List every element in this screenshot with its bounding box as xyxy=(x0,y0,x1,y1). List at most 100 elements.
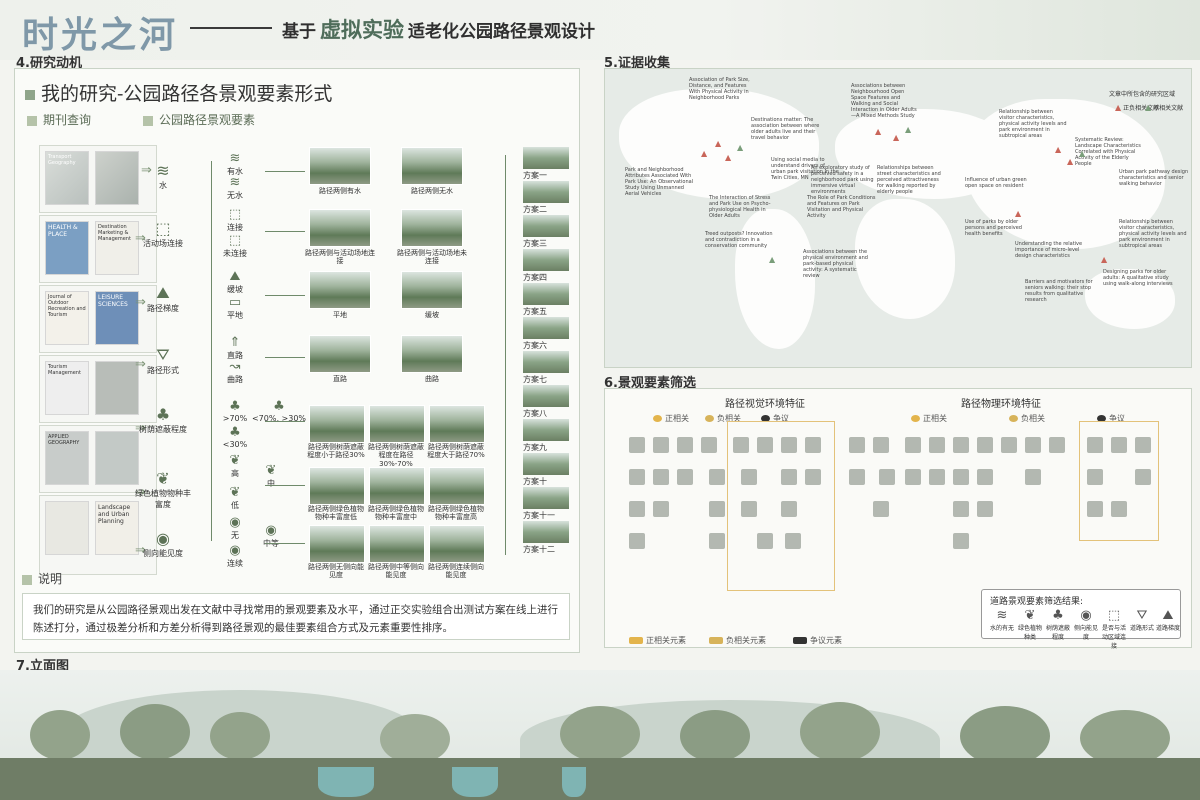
level-visibility-mid: ◉中等 xyxy=(251,523,291,549)
plant-icon: ❦ xyxy=(156,469,170,488)
tree-icon: ♣ xyxy=(1052,608,1064,623)
factor-water: ≋ 水 xyxy=(133,161,193,191)
element-icon xyxy=(1111,501,1127,517)
scene-caption: 路径两侧中等侧向能见度 xyxy=(368,563,424,580)
element-icon xyxy=(653,501,669,517)
element-icon xyxy=(781,469,797,485)
element-icon xyxy=(709,501,725,517)
legend-uncorrelated: ▲ 不相关文献 xyxy=(1145,103,1184,112)
element-icon xyxy=(905,469,921,485)
scheme-label: 方案六 xyxy=(523,341,547,350)
factor-path-gradient: ⛰ 路径梯度 xyxy=(133,283,193,314)
scheme-photo xyxy=(523,453,569,475)
result-water: ≋ 水的有无 xyxy=(989,608,1014,632)
legend-count: 文章中所包含的研究区域 xyxy=(1109,91,1176,98)
element-icon xyxy=(781,437,797,453)
element-icon xyxy=(849,437,865,453)
poster-title: 时光之河 xyxy=(22,14,179,56)
element-icon xyxy=(1025,437,1041,453)
result-tree-shade: ♣ 树荫遮蔽程度 xyxy=(1045,608,1070,641)
plant-icon: ❦ xyxy=(1024,608,1036,623)
triangle-icon: ▲ xyxy=(1115,103,1122,112)
element-icon xyxy=(1049,437,1065,453)
element-icon xyxy=(733,437,749,453)
triangle-icon: ▲ xyxy=(1015,209,1022,218)
scene-photo xyxy=(309,271,371,309)
plant-icon: ❦ xyxy=(229,453,241,468)
level-richness-low: ❦ 低 xyxy=(215,485,255,511)
element-icon xyxy=(629,437,645,453)
level-with-water: ≋ 有水 xyxy=(215,151,255,177)
map-south-america xyxy=(735,209,815,349)
level-flat: ▭ 平地 xyxy=(215,295,255,321)
element-icon xyxy=(953,533,969,549)
scheme-photo xyxy=(523,181,569,203)
scheme-label: 方案十二 xyxy=(523,545,555,554)
screening-result-box: 道路景观要素筛选结果: ≋ 水的有无 ❦ 绿色植物种类 ♣ 树荫遮蔽程度 ◉ 侧向能见度… xyxy=(981,589,1181,650)
square-bullet-icon xyxy=(143,115,153,126)
triangle-icon: ▲ xyxy=(1101,255,1108,264)
note-text: 我们的研究是从公园路径景观出发在文献中寻找常用的景观要素及水平，通过正交实验组合… xyxy=(22,593,570,640)
factor-tree-shade: ♣ 树荫遮蔽程度 xyxy=(133,405,193,435)
element-icon xyxy=(929,469,945,485)
tree-shape xyxy=(30,710,90,760)
study-annotation: Association of Park Size, Distance, and … xyxy=(689,77,750,101)
visibility-icon: ◉ xyxy=(265,523,277,538)
flat-icon: ▭ xyxy=(228,295,242,310)
study-annotation: Barriers and motivators for seniors walk… xyxy=(1025,279,1093,303)
negative-tag: 负相关 xyxy=(1009,413,1045,424)
scheme-photo xyxy=(523,147,569,169)
element-icon xyxy=(849,469,865,485)
level-richness-high: ❦ 高 xyxy=(215,453,255,479)
tree-shape xyxy=(380,714,450,764)
scheme-label: 方案二 xyxy=(523,205,547,214)
element-icon xyxy=(929,437,945,453)
landscape-elements-label: 公园路径景观要素 xyxy=(143,111,255,128)
research-motivation-panel: 我的研究-公园路径各景观要素形式 期刊查询 公园路径景观要素 Transport… xyxy=(14,68,580,653)
scene-photo xyxy=(369,525,425,563)
scheme-label: 方案九 xyxy=(523,443,547,452)
evidence-map-panel: 文章中所包含的研究区域 ▲ 正负相关文献 ▲ 不相关文献 Association… xyxy=(604,68,1192,368)
elevation-illustration xyxy=(0,670,1200,800)
element-icon xyxy=(1135,469,1151,485)
ground xyxy=(0,758,1200,800)
slope-icon: ⛰ xyxy=(229,269,241,284)
element-icon xyxy=(1135,437,1151,453)
note-label: 说明 xyxy=(22,570,62,587)
triangle-icon: ▲ xyxy=(1079,149,1086,158)
element-icon xyxy=(781,501,797,517)
triangle-icon: ▲ xyxy=(737,143,744,152)
scheme-photo xyxy=(523,385,569,407)
water-icon: ≋ xyxy=(229,175,241,190)
study-annotation: Relationship between visitor characteris… xyxy=(1119,219,1187,249)
element-icon xyxy=(629,533,645,549)
connection-icon: ⬚ xyxy=(1107,608,1121,623)
level-curved: ↝ 曲路 xyxy=(215,359,255,385)
element-icon xyxy=(757,533,773,549)
connector-line xyxy=(211,161,212,541)
element-icon xyxy=(977,437,993,453)
scene-caption: 路径两侧与活动场地未连接 xyxy=(397,249,467,266)
scene-caption: 平地 xyxy=(333,311,347,319)
element-screening-panel: 路径视觉环境特征 路径物理环境特征 正相关 负相关 争议 正相关 负相关 争议 xyxy=(604,388,1192,650)
study-annotation: Destinations matter: The association bet… xyxy=(751,117,820,141)
tree-shape xyxy=(680,710,750,762)
level-shade-high: ♣ >70% xyxy=(215,399,255,423)
scene-caption: 路径两侧绿色植物物种丰富度低 xyxy=(308,505,364,522)
plant-icon: ❦ xyxy=(229,485,241,500)
scene-photo xyxy=(401,147,463,185)
scene-photo xyxy=(429,525,485,563)
element-icon xyxy=(757,437,773,453)
square-bullet-icon xyxy=(22,574,32,585)
study-annotation: Relationships between street characteris… xyxy=(877,165,941,195)
tree-icon: ♣ xyxy=(273,399,285,414)
scene-caption: 路径两侧绿色植物物种丰富度中 xyxy=(368,505,424,522)
subtitle-prefix: 基于 xyxy=(282,22,316,42)
visibility-icon: ◉ xyxy=(1080,608,1092,623)
water-icon: ≋ xyxy=(156,161,170,180)
level-visibility-continuous: ◉ 连续 xyxy=(215,543,255,569)
result-plant-variety: ❦ 绿色植物种类 xyxy=(1017,608,1042,641)
element-icon xyxy=(677,437,693,453)
scheme-photo xyxy=(523,351,569,373)
scene-photo xyxy=(309,147,371,185)
